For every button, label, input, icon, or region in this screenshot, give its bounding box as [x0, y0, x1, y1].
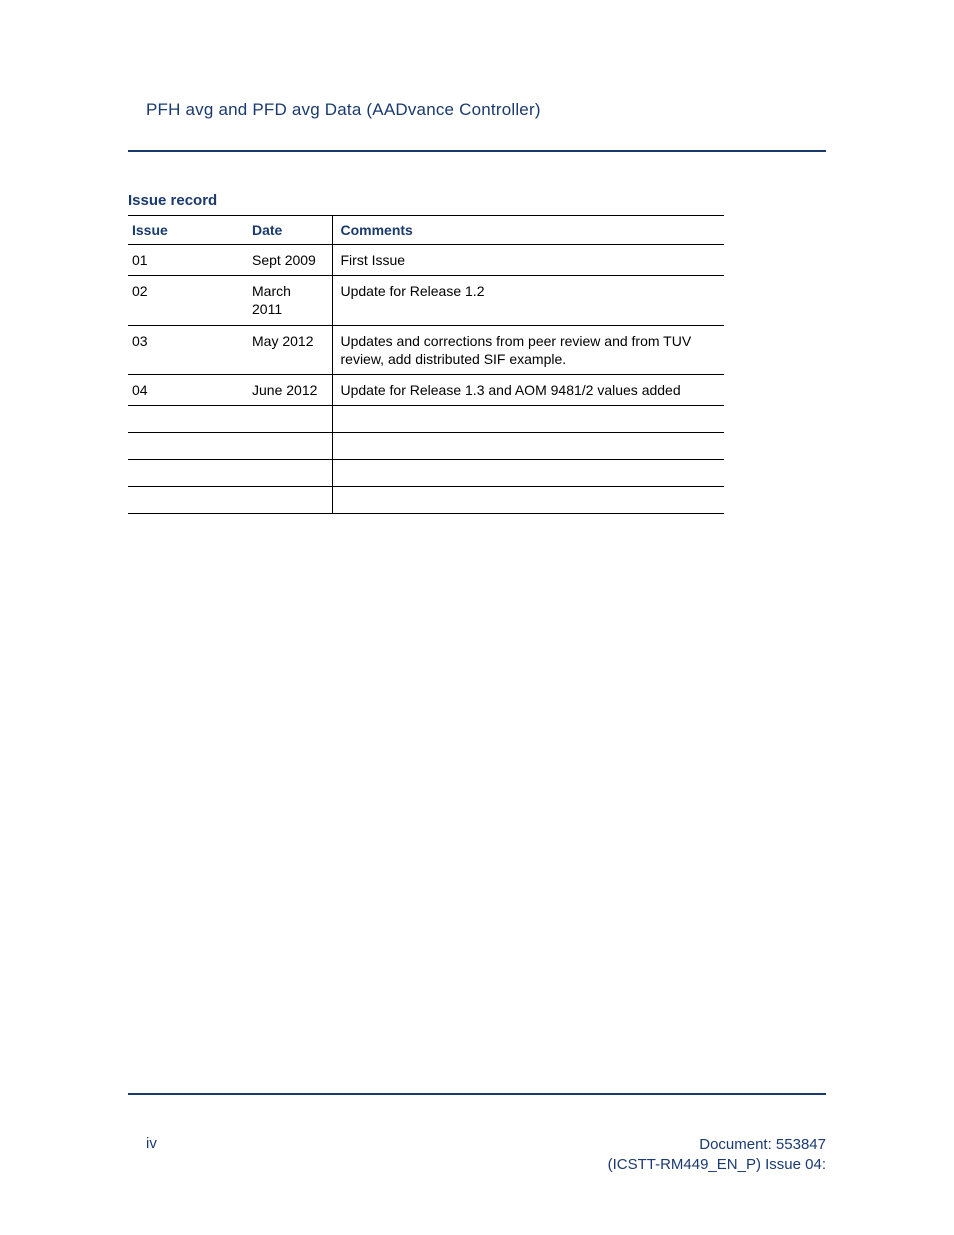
cell-date — [248, 433, 332, 460]
table-row: 03 May 2012 Updates and corrections from… — [128, 325, 724, 374]
cell-date — [248, 406, 332, 433]
cell-comments: Update for Release 1.2 — [332, 276, 724, 325]
cell-date: March 2011 — [248, 276, 332, 325]
cell-issue: 02 — [128, 276, 248, 325]
cell-comments: First Issue — [332, 245, 724, 276]
col-header-comments: Comments — [332, 216, 724, 245]
cell-comments — [332, 406, 724, 433]
cell-date: May 2012 — [248, 325, 332, 374]
cell-issue: 03 — [128, 325, 248, 374]
cell-issue — [128, 487, 248, 514]
document-page: PFH avg and PFD avg Data (AADvance Contr… — [0, 0, 954, 1235]
cell-date: Sept 2009 — [248, 245, 332, 276]
cell-comments — [332, 487, 724, 514]
col-header-issue: Issue — [128, 216, 248, 245]
table-row: 01 Sept 2009 First Issue — [128, 245, 724, 276]
table-row — [128, 460, 724, 487]
footer-doc-line1: Document: 553847 — [608, 1135, 826, 1155]
table-row — [128, 487, 724, 514]
table-row: 04 June 2012 Update for Release 1.3 and … — [128, 374, 724, 405]
table-row: 02 March 2011 Update for Release 1.2 — [128, 276, 724, 325]
footer-doc-block: Document: 553847 (ICSTT-RM449_EN_P) Issu… — [608, 1135, 826, 1176]
footer-doc-line2: (ICSTT-RM449_EN_P) Issue 04: — [608, 1155, 826, 1175]
cell-issue — [128, 406, 248, 433]
page-number: iv — [128, 1135, 157, 1152]
header-rule — [128, 150, 826, 152]
cell-date — [248, 460, 332, 487]
table-row — [128, 433, 724, 460]
col-header-date: Date — [248, 216, 332, 245]
section-title: Issue record — [128, 192, 826, 209]
cell-comments — [332, 433, 724, 460]
footer-rule — [128, 1093, 826, 1095]
table-row — [128, 406, 724, 433]
page-title: PFH avg and PFD avg Data (AADvance Contr… — [146, 100, 826, 120]
cell-date: June 2012 — [248, 374, 332, 405]
cell-issue — [128, 433, 248, 460]
cell-issue: 01 — [128, 245, 248, 276]
table-header-row: Issue Date Comments — [128, 216, 724, 245]
cell-date — [248, 487, 332, 514]
cell-comments: Updates and corrections from peer review… — [332, 325, 724, 374]
cell-comments: Update for Release 1.3 and AOM 9481/2 va… — [332, 374, 724, 405]
issue-record-table: Issue Date Comments 01 Sept 2009 First I… — [128, 215, 724, 514]
page-footer: iv Document: 553847 (ICSTT-RM449_EN_P) I… — [128, 1093, 826, 1176]
footer-row: iv Document: 553847 (ICSTT-RM449_EN_P) I… — [128, 1135, 826, 1176]
cell-comments — [332, 460, 724, 487]
cell-issue — [128, 460, 248, 487]
cell-issue: 04 — [128, 374, 248, 405]
